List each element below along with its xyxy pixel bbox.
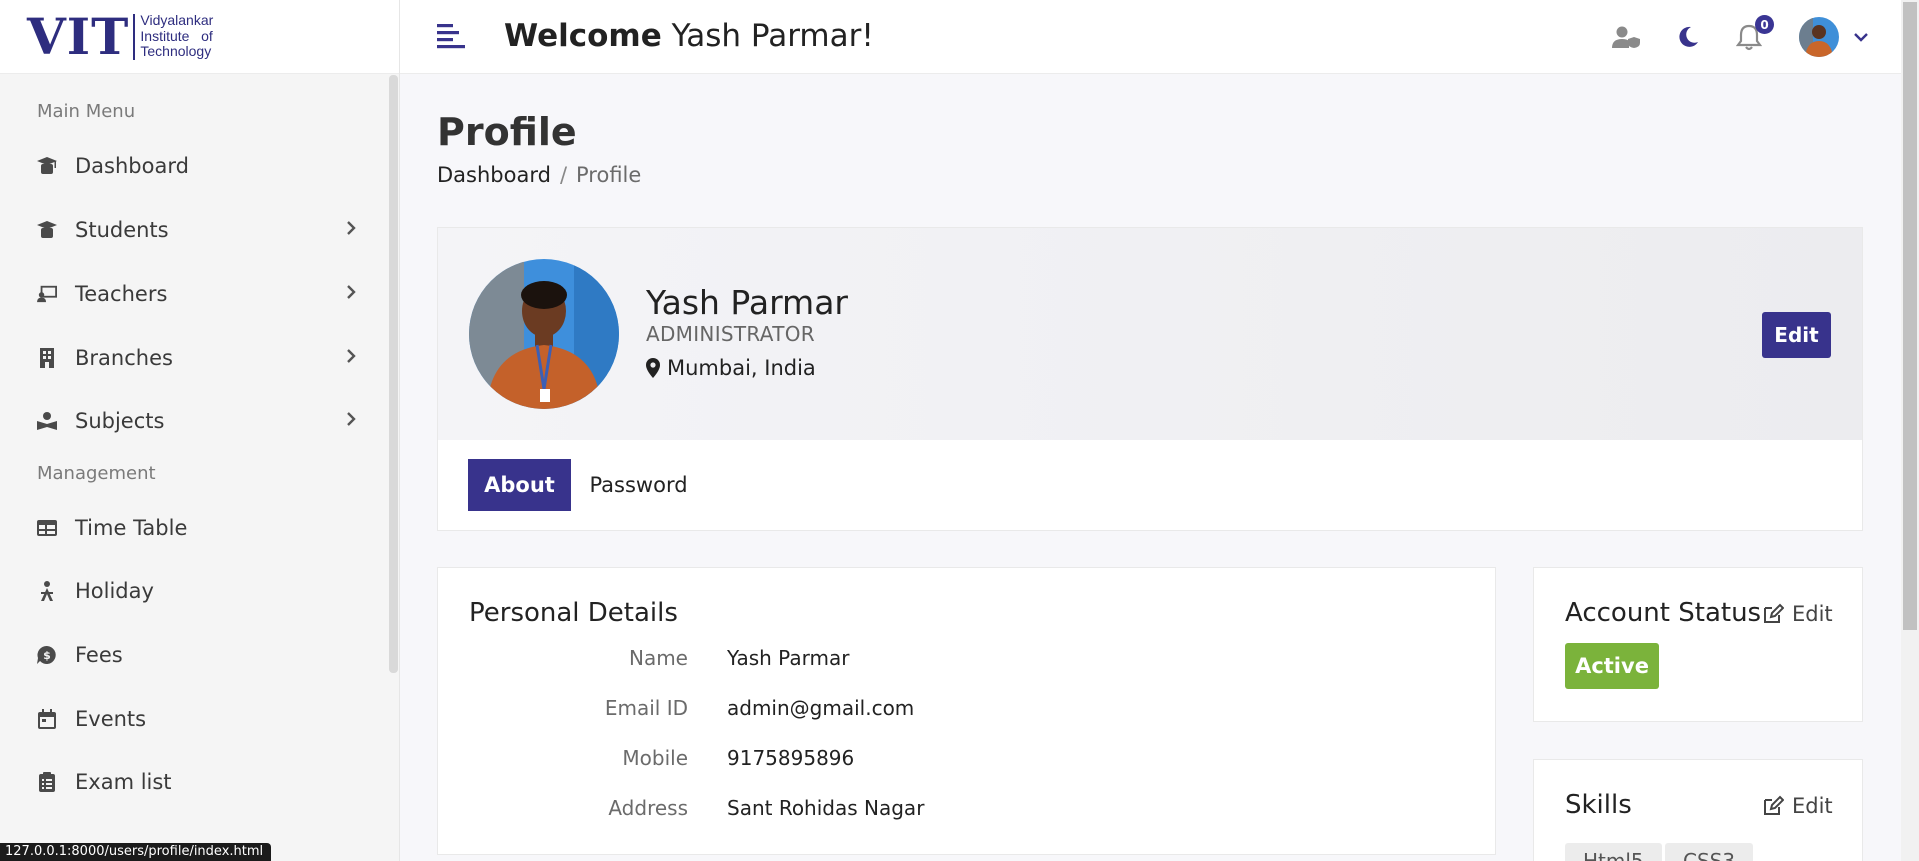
skill-tag: Html5: [1565, 843, 1662, 861]
logo-divider: [133, 13, 136, 60]
sidebar-item-label: Holiday: [75, 579, 154, 603]
account-status-edit-link[interactable]: Edit: [1762, 602, 1833, 626]
main-menu-title: Main Menu: [37, 101, 136, 122]
user-shield-icon[interactable]: [1611, 22, 1641, 52]
clipboard-list-icon: [37, 772, 57, 792]
tab-about[interactable]: About: [468, 459, 571, 511]
personal-details-title: Personal Details: [469, 598, 678, 628]
account-status-card: Account Status Edit Active: [1533, 567, 1863, 722]
map-marker-icon: [646, 358, 660, 378]
profile-location: Mumbai, India: [646, 356, 816, 380]
profile-avatar: [469, 259, 619, 409]
sidebar-item-holiday[interactable]: Holiday: [0, 566, 380, 616]
chevron-down-icon[interactable]: [1853, 22, 1869, 52]
user-avatar[interactable]: [1799, 17, 1839, 57]
table-icon: [37, 518, 57, 538]
welcome-message: Welcome Yash Parmar!: [504, 18, 874, 54]
management-title: Management: [37, 463, 156, 484]
holiday-village-icon: [37, 581, 57, 601]
logo-line-1: Vidyalankar: [140, 12, 214, 29]
skills-edit-link[interactable]: Edit: [1762, 794, 1833, 818]
sidebar-item-branches[interactable]: Branches: [0, 333, 380, 383]
svg-text:$: $: [43, 649, 51, 662]
breadcrumb-separator: /: [559, 163, 568, 187]
vit-logo[interactable]: VIT Vidyalankar Institute of Technology: [0, 0, 399, 74]
edit-profile-button[interactable]: Edit: [1762, 312, 1831, 358]
sidebar-scrollbar[interactable]: [389, 75, 398, 673]
profile-header: Yash Parmar ADMINISTRATOR Mumbai, India …: [438, 228, 1862, 440]
account-status-badge[interactable]: Active: [1565, 643, 1659, 689]
edit-label: Edit: [1792, 794, 1833, 818]
sidebar-item-label: Teachers: [75, 282, 168, 306]
sidebar-item-label: Exam list: [75, 770, 172, 794]
sidebar-item-fees[interactable]: $ Fees: [0, 630, 380, 680]
detail-label-name: Name: [628, 646, 688, 670]
welcome-user-name: Yash Parmar!: [671, 18, 874, 54]
sidebar-item-students[interactable]: Students: [0, 205, 380, 255]
sidebar-item-label: Dashboard: [75, 154, 189, 178]
profile-location-text: Mumbai, India: [667, 356, 816, 380]
sidebar-item-subjects[interactable]: Subjects: [0, 396, 380, 446]
profile-name: Yash Parmar: [646, 283, 848, 322]
edit-icon: [1764, 603, 1784, 623]
building-icon: [37, 348, 57, 368]
dark-mode-moon-icon[interactable]: [1673, 22, 1703, 52]
sidebar-item-exam-list[interactable]: Exam list: [0, 757, 380, 807]
money-icon: $: [37, 645, 57, 665]
sidebar-item-teachers[interactable]: Teachers: [0, 269, 380, 319]
skills-title: Skills: [1565, 790, 1632, 820]
user-graduate-icon: [37, 220, 57, 240]
detail-label-address: Address: [608, 796, 688, 820]
detail-value-name: Yash Parmar: [727, 646, 850, 670]
sidebar-item-events[interactable]: Events: [0, 694, 380, 744]
page-title: Profile: [437, 110, 577, 154]
detail-value-mobile: 9175895896: [727, 746, 855, 770]
breadcrumb-dashboard-link[interactable]: Dashboard: [437, 163, 551, 187]
book-reader-icon: [37, 411, 57, 431]
sidebar-item-label: Subjects: [75, 409, 165, 433]
profile-role: ADMINISTRATOR: [646, 322, 815, 346]
notification-count-badge: 0: [1755, 15, 1774, 34]
browser-status-url: 127.0.0.1:8000/users/profile/index.html: [0, 843, 272, 861]
breadcrumb-current: Profile: [576, 163, 642, 187]
account-status-title: Account Status: [1565, 598, 1762, 628]
chevron-right-icon: [347, 412, 356, 426]
sidebar-item-label: Fees: [75, 643, 123, 667]
logo-text: Vidyalankar Institute of Technology: [140, 13, 213, 60]
chevron-right-icon: [347, 221, 356, 235]
profile-card: Yash Parmar ADMINISTRATOR Mumbai, India …: [437, 227, 1863, 531]
personal-details-card: Personal Details Name Yash Parmar Email …: [437, 567, 1496, 855]
topbar: Welcome Yash Parmar! 0: [400, 0, 1901, 74]
calendar-icon: [37, 709, 57, 729]
logo-mark: VIT: [27, 6, 130, 66]
sidebar-item-label: Events: [75, 707, 147, 731]
sidebar-item-label: Branches: [75, 346, 173, 370]
logo-line-2: Institute of: [140, 27, 213, 44]
page-scrollbar-thumb[interactable]: [1903, 2, 1917, 630]
detail-value-email: admin@gmail.com: [727, 696, 915, 720]
skill-tag: CSS3: [1665, 843, 1754, 861]
edit-icon: [1764, 795, 1784, 815]
logo-line-3: Technology: [140, 43, 212, 60]
detail-label-mobile: Mobile: [622, 746, 688, 770]
detail-label-email: Email ID: [604, 696, 688, 720]
menu-toggle-icon[interactable]: [437, 22, 467, 52]
sidebar-item-label: Students: [75, 218, 169, 242]
chalkboard-teacher-icon: [37, 284, 57, 304]
chevron-right-icon: [347, 285, 356, 299]
breadcrumb: Dashboard / Profile: [437, 163, 641, 187]
sidebar-item-dashboard[interactable]: Dashboard: [0, 141, 380, 191]
detail-value-address: Sant Rohidas Nagar: [727, 796, 925, 820]
sidebar: VIT Vidyalankar Institute of Technology …: [0, 0, 400, 861]
tab-password[interactable]: Password: [581, 459, 696, 511]
chevron-right-icon: [347, 349, 356, 363]
skills-card: Skills Edit Html5 CSS3: [1533, 759, 1863, 861]
sidebar-item-label: Time Table: [75, 516, 188, 540]
welcome-label: Welcome: [504, 18, 662, 54]
edit-label: Edit: [1792, 602, 1833, 626]
graduation-cap-icon: [37, 156, 57, 176]
sidebar-item-time-table[interactable]: Time Table: [0, 503, 380, 553]
